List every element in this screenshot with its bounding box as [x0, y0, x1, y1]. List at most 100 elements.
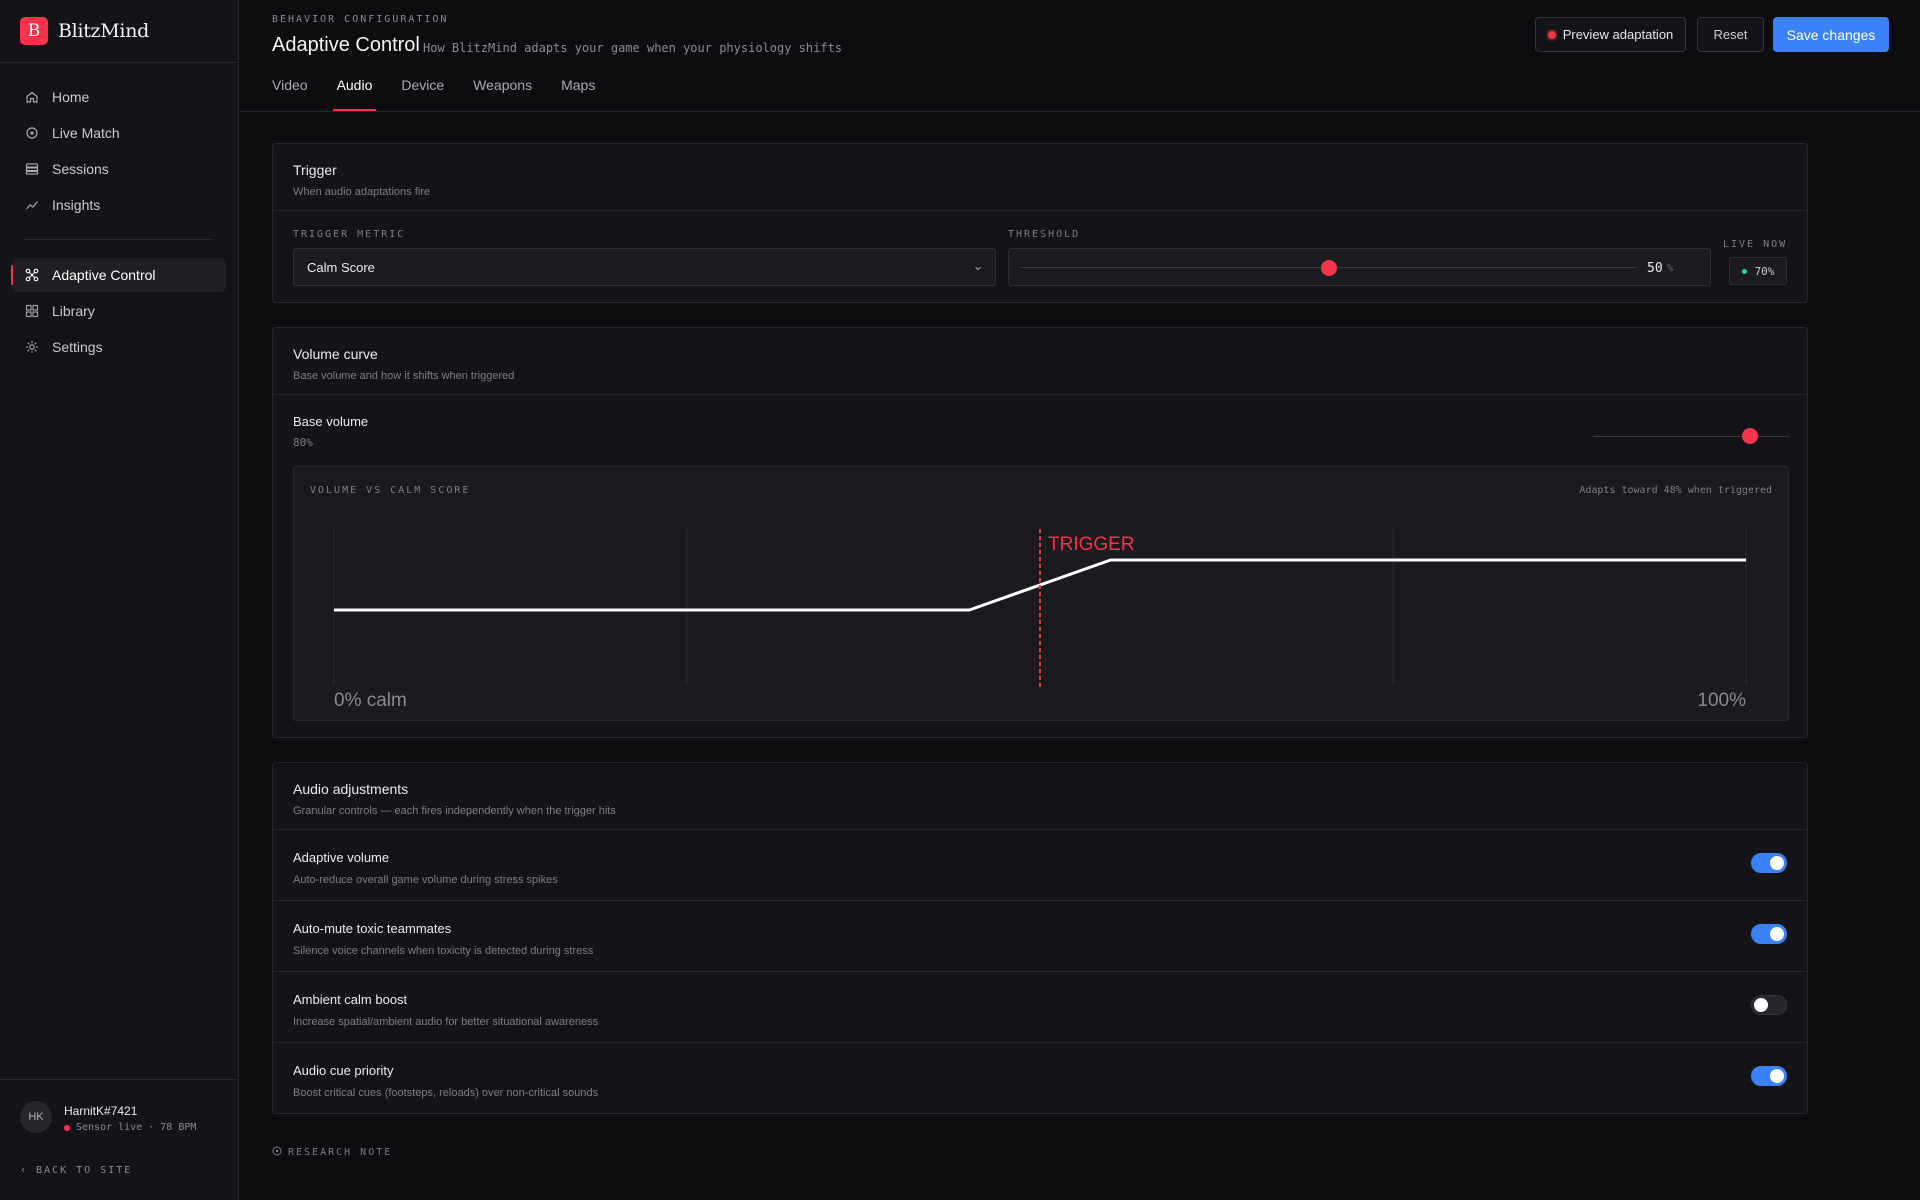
base-volume-label: Base volume	[293, 414, 369, 429]
adjustments-title: Audio adjustments	[293, 781, 409, 797]
sidebar-item-live-match[interactable]: Live Match	[12, 116, 226, 150]
secondary-nav: Adaptive Control Library Settings	[11, 258, 226, 366]
preview-adaptation-button[interactable]: Preview adaptation	[1535, 17, 1686, 52]
gear-icon	[25, 340, 39, 354]
live-now-label: LIVE NOW	[1723, 239, 1788, 250]
threshold-unit: %	[1667, 263, 1674, 274]
tab-maps[interactable]: Maps	[561, 77, 595, 111]
trigger-metric-select[interactable]: Calm Score	[293, 248, 996, 286]
sidebar: B BlitzMind Home Live Match Sessions Ins…	[0, 0, 239, 1200]
sidebar-item-home[interactable]: Home	[12, 80, 226, 114]
sidebar-item-label: Insights	[52, 197, 101, 213]
home-icon	[25, 90, 39, 104]
volume-card-header: Volume curve Base volume and how it shif…	[273, 328, 1807, 395]
x-axis-end-label: 100%	[1697, 690, 1746, 711]
grid-icon	[25, 304, 39, 318]
trigger-title: Trigger	[293, 162, 337, 178]
base-volume-slider-handle[interactable]	[1741, 428, 1758, 444]
record-icon	[1547, 30, 1556, 39]
adjustment-row-adaptive-volume: Adaptive volume Auto-reduce overall game…	[273, 830, 1807, 901]
volume-chart-svg: TRIGGER 0% calm 100%	[333, 529, 1747, 711]
volume-subtitle: Base volume and how it shifts when trigg…	[293, 370, 515, 382]
adjustment-title: Audio cue priority	[293, 1063, 394, 1078]
threshold-label: THRESHOLD	[1008, 229, 1081, 240]
adjustment-description: Boost critical cues (footsteps, reloads)…	[293, 1087, 599, 1099]
adjustment-description: Auto-reduce overall game volume during s…	[293, 874, 558, 886]
sensor-status: Sensor live · 78 BPM	[64, 1122, 196, 1133]
adjustments-card-header: Audio adjustments Granular controls — ea…	[273, 763, 1807, 830]
adjustment-title: Auto-mute toxic teammates	[293, 921, 452, 936]
toggle-knob	[1770, 856, 1784, 870]
user-panel: HK HarnitK#7421 Sensor live · 78 BPM ‹ B…	[0, 1079, 238, 1200]
base-volume-slider-track[interactable]	[1593, 436, 1789, 437]
sidebar-item-label: Library	[52, 303, 95, 319]
toggle-knob	[1754, 998, 1768, 1012]
brand[interactable]: B BlitzMind	[0, 0, 238, 63]
chart-note: Adapts toward 48% when triggered	[1579, 485, 1772, 496]
brand-name: BlitzMind	[58, 20, 149, 42]
tab-video[interactable]: Video	[272, 77, 308, 111]
audio-adjustments-card: Audio adjustments Granular controls — ea…	[272, 762, 1808, 1114]
chevron-left-icon: ‹	[20, 1165, 37, 1176]
sidebar-item-label: Live Match	[52, 125, 120, 141]
x-axis-start-label: 0% calm	[334, 690, 407, 711]
live-now-badge: 70%	[1729, 257, 1787, 285]
volume-chart: TRIGGER 0% calm 100% VOLUME VS CALM SCORE …	[293, 466, 1789, 721]
audio-cue-priority-toggle[interactable]	[1751, 1066, 1787, 1086]
trigger-label: TRIGGER	[1048, 534, 1135, 555]
sidebar-item-adaptive-control[interactable]: Adaptive Control	[11, 258, 226, 292]
threshold-slider-handle[interactable]	[1321, 260, 1337, 276]
threshold-control: 50 %	[1008, 248, 1711, 286]
adjustment-description: Silence voice channels when toxicity is …	[293, 945, 594, 957]
page-subtitle: How BlitzMind adapts your game when your…	[423, 41, 843, 55]
tab-device[interactable]: Device	[401, 77, 444, 111]
ambient-calm-boost-toggle[interactable]	[1751, 995, 1787, 1015]
brand-logo: B	[20, 17, 48, 45]
auto-mute-toggle[interactable]	[1751, 924, 1787, 944]
trigger-card-header: Trigger When audio adaptations fire	[273, 144, 1807, 211]
chart-title: VOLUME VS CALM SCORE	[310, 485, 471, 496]
live-now-value: 70%	[1754, 264, 1775, 278]
adjustment-title: Adaptive volume	[293, 850, 390, 865]
volume-curve-card: Volume curve Base volume and how it shif…	[272, 327, 1808, 738]
sensor-status-text: Sensor live · 78 BPM	[76, 1122, 197, 1133]
back-to-site-link[interactable]: ‹ BACK TO SITE	[20, 1165, 132, 1176]
adjustment-title: Ambient calm boost	[293, 992, 408, 1007]
header-divider	[240, 111, 1920, 112]
sidebar-item-sessions[interactable]: Sessions	[12, 152, 226, 186]
adjustments-subtitle: Granular controls — each fires independe…	[293, 805, 616, 817]
save-changes-button[interactable]: Save changes	[1773, 17, 1889, 52]
avatar[interactable]: HK	[20, 1101, 52, 1133]
adaptive-volume-toggle[interactable]	[1751, 853, 1787, 873]
page-title: Adaptive Control	[272, 34, 420, 56]
sidebar-item-settings[interactable]: Settings	[12, 330, 226, 364]
reset-button[interactable]: Reset	[1697, 17, 1764, 52]
target-icon	[25, 126, 39, 140]
adjustment-row-ambient-calm: Ambient calm boost Increase spatial/ambi…	[273, 972, 1807, 1043]
stack-icon	[25, 162, 39, 176]
sensor-live-dot	[64, 1124, 70, 1131]
trigger-card: Trigger When audio adaptations fire TRIG…	[272, 143, 1808, 303]
trigger-metric-label: TRIGGER METRIC	[293, 229, 406, 240]
info-icon	[272, 1146, 282, 1159]
sidebar-item-insights[interactable]: Insights	[12, 188, 226, 222]
live-dot	[1741, 268, 1747, 274]
sidebar-item-library[interactable]: Library	[12, 294, 226, 328]
sidebar-item-label: Settings	[52, 339, 103, 355]
base-volume-value: 80%	[293, 436, 313, 449]
adjustment-description: Increase spatial/ambient audio for bette…	[293, 1016, 599, 1028]
adjustment-row-audio-cue: Audio cue priority Boost critical cues (…	[273, 1043, 1807, 1114]
nav-divider	[24, 239, 214, 240]
trigger-metric-value: Calm Score	[307, 259, 375, 275]
research-note-link[interactable]: RESEARCH NOTE	[272, 1146, 392, 1159]
page-eyebrow: BEHAVIOR CONFIGURATION	[272, 14, 449, 25]
adjustment-row-auto-mute: Auto-mute toxic teammates Silence voice …	[273, 901, 1807, 972]
toggle-knob	[1770, 1069, 1784, 1083]
trend-icon	[25, 198, 39, 212]
tab-weapons[interactable]: Weapons	[473, 77, 532, 111]
tab-audio[interactable]: Audio	[332, 77, 377, 111]
sidebar-item-label: Adaptive Control	[52, 267, 156, 283]
toggle-knob	[1770, 927, 1784, 941]
nodes-icon	[25, 268, 39, 282]
user-name: HarnitK#7421	[64, 1104, 138, 1118]
